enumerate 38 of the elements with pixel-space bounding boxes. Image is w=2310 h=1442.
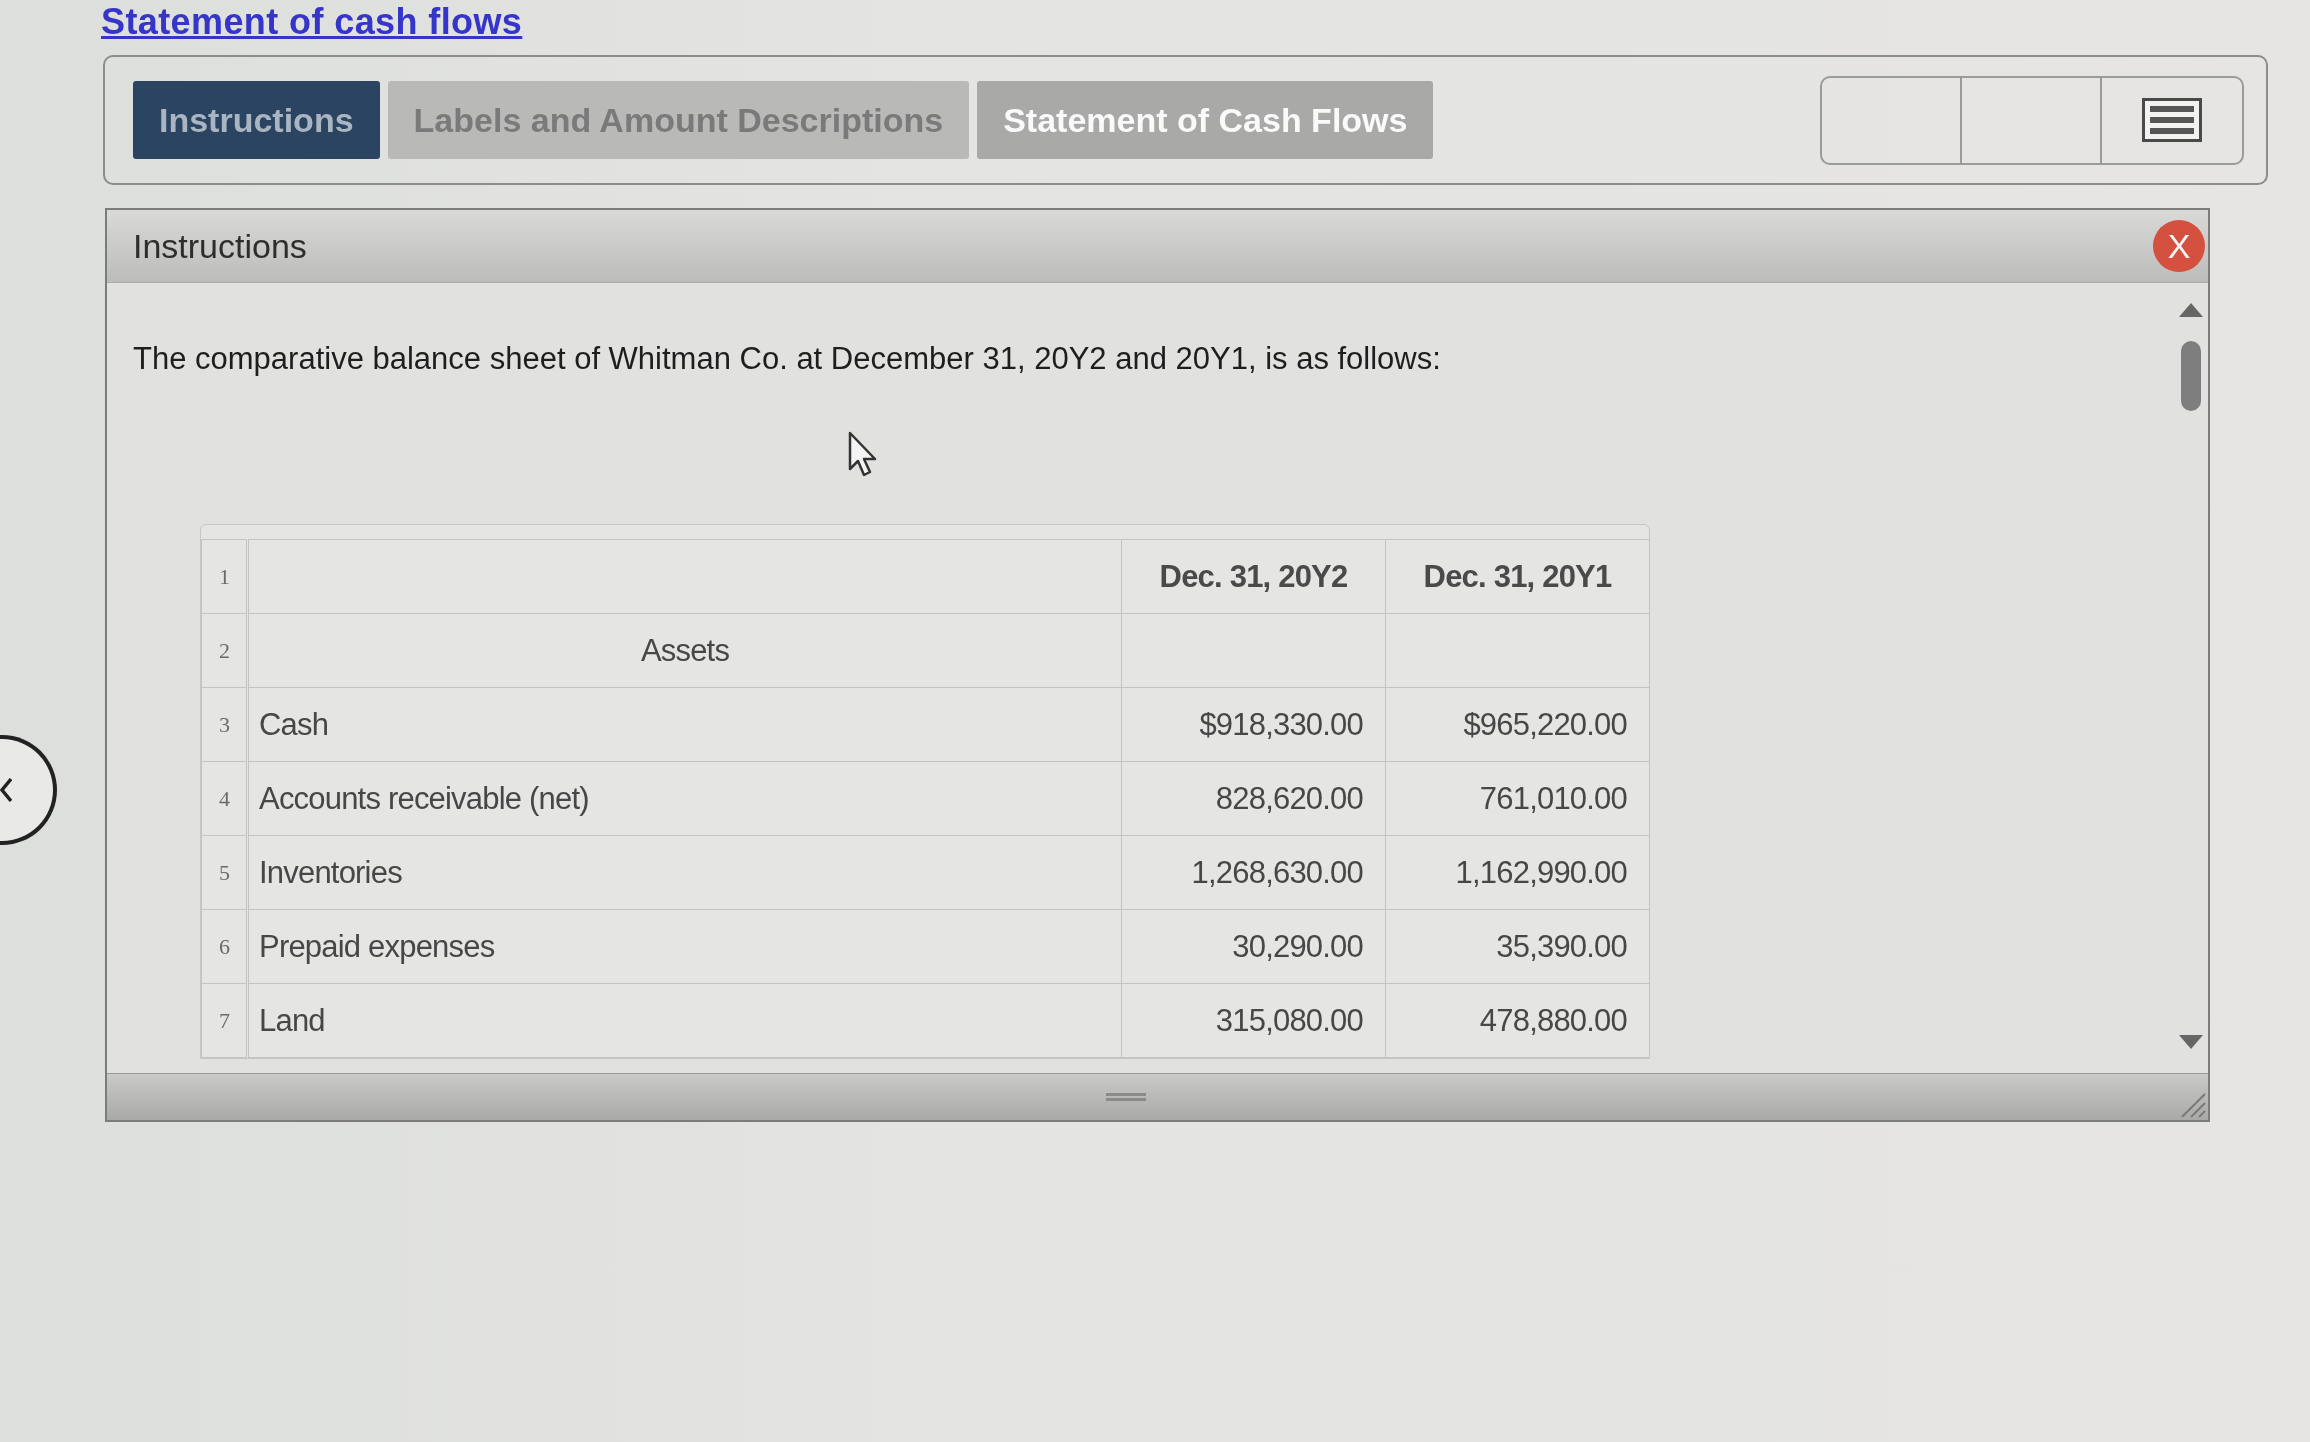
- table-cell: $918,330.00: [1121, 687, 1386, 762]
- table-cell: 761,010.00: [1385, 761, 1650, 836]
- table-cell: 35,390.00: [1385, 909, 1650, 984]
- table-cell: 1,268,630.00: [1121, 835, 1386, 910]
- table-cell: 315,080.00: [1121, 983, 1386, 1058]
- table-cell: 828,620.00: [1121, 761, 1386, 836]
- table-cell: Inventories: [247, 835, 1122, 910]
- grip-icon[interactable]: [1105, 1092, 1146, 1102]
- row-number: 4: [201, 761, 248, 836]
- row-number: 7: [201, 983, 248, 1058]
- column-header: Dec. 31, 20Y1: [1385, 539, 1650, 614]
- table-cell: $965,220.00: [1385, 687, 1650, 762]
- statement-link[interactable]: Statement of cash flows: [101, 1, 523, 42]
- table-cell: Land: [247, 983, 1122, 1058]
- scroll-down-icon[interactable]: [2179, 1035, 2203, 1049]
- table-cell: Accounts receivable (net): [247, 761, 1122, 836]
- table-cell: Prepaid expenses: [247, 909, 1122, 984]
- table-cell: 478,880.00: [1385, 983, 1650, 1058]
- chevron-left-icon: [0, 777, 12, 803]
- scroll-up-icon[interactable]: [2179, 303, 2203, 317]
- table-cell: 30,290.00: [1121, 909, 1386, 984]
- row-number: 3: [201, 687, 248, 762]
- panel-title: Instructions: [133, 226, 307, 266]
- row-number: 6: [201, 909, 248, 984]
- close-button[interactable]: X: [2153, 220, 2205, 272]
- tab[interactable]: Statement of Cash Flows: [977, 81, 1434, 159]
- row-number: 5: [201, 835, 248, 910]
- column-header: Dec. 31, 20Y2: [1121, 539, 1386, 614]
- scroll-thumb[interactable]: [2181, 341, 2201, 411]
- table-cell: Cash: [247, 687, 1122, 762]
- row-number: 2: [201, 613, 248, 688]
- section-heading: Assets: [247, 613, 1122, 688]
- table-cell: 1,162,990.00: [1385, 835, 1650, 910]
- row-number: 1: [201, 539, 248, 614]
- list-icon: [2142, 98, 2202, 142]
- cursor-icon: [848, 431, 878, 477]
- tab[interactable]: Instructions: [133, 81, 380, 159]
- intro-text: The comparative balance sheet of Whitman Co. at December 31, 20Y2 and 20Y1, is as follows:: [133, 340, 1441, 377]
